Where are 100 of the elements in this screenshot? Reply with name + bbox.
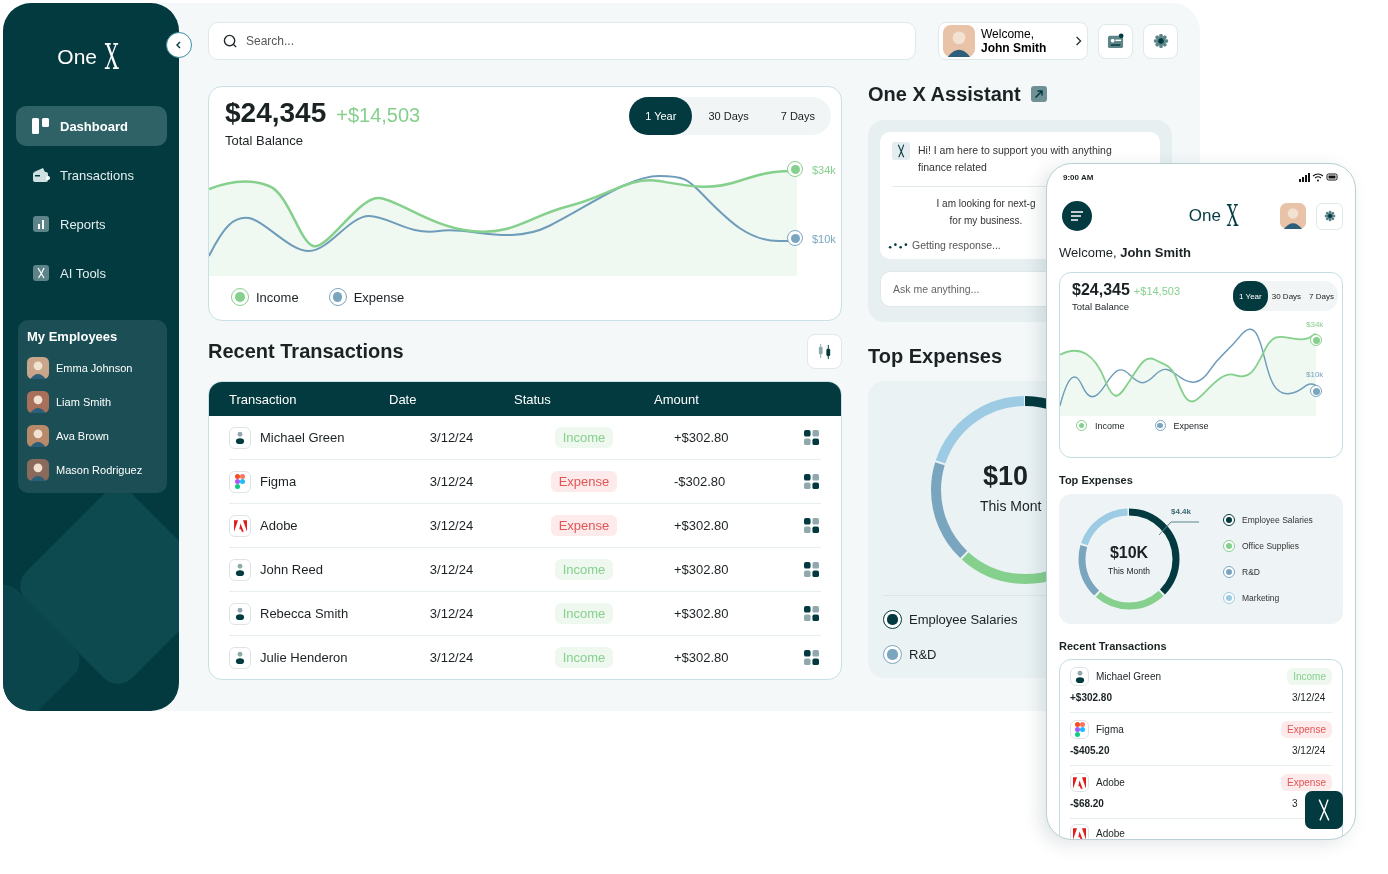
date-cell: 3/12/24	[429, 474, 474, 489]
range-tab[interactable]: 1 Year	[629, 97, 693, 135]
id-card-button[interactable]	[1098, 23, 1133, 59]
person-icon	[229, 646, 251, 669]
marker-label: $34k	[1306, 320, 1324, 329]
range-tab[interactable]: 30 Days	[1267, 281, 1306, 311]
logo-mark-icon	[892, 142, 910, 160]
range-tab[interactable]: 1 Year	[1233, 281, 1268, 311]
nav-item[interactable]: Reports	[16, 204, 167, 244]
legend-label: Expense	[353, 289, 405, 305]
search-icon	[223, 34, 238, 49]
section-title: Recent Transactions	[1059, 640, 1168, 652]
legend-label: Expense	[1173, 420, 1209, 431]
status-badge: Expense	[1281, 774, 1332, 791]
settings-button[interactable]	[1316, 202, 1343, 230]
status-icons-drawing	[1299, 172, 1339, 182]
status-badge: Income	[554, 427, 614, 448]
user-name: John Smith	[1120, 245, 1191, 260]
grid-icon[interactable]	[804, 430, 819, 445]
employee-name[interactable]: Emma Johnson	[56, 362, 133, 374]
avatar-icon	[943, 25, 975, 57]
transaction-name: John Reed	[260, 562, 323, 577]
menu-button[interactable]	[1062, 201, 1092, 231]
nav-item[interactable]: Transactions	[16, 155, 167, 195]
amount-cell: +$302.80	[674, 430, 729, 445]
date-cell: 3/12/24	[429, 650, 474, 665]
section-title: Recent Transactions	[208, 339, 404, 363]
user-name: John Smith	[981, 41, 1048, 56]
panel-title: My Employees	[27, 329, 119, 344]
logo-text: One	[57, 45, 98, 69]
transaction-name: Rebecca Smith	[260, 606, 349, 621]
marker-label: $10k	[1306, 370, 1324, 379]
arrow-up-right-icon[interactable]	[1030, 86, 1047, 102]
grid-icon[interactable]	[804, 518, 819, 533]
transaction-name: Julie Henderon	[260, 650, 348, 665]
logo-mark-icon	[1316, 797, 1332, 823]
column-header: Date	[389, 391, 418, 407]
legend-label: Employee Salaries	[1242, 515, 1313, 525]
date-cell: 3/12/24	[429, 562, 474, 577]
chevron-right-icon	[1075, 35, 1083, 47]
date-cell: 3/12/24	[429, 606, 474, 621]
dashboard-icon	[32, 117, 50, 135]
person-icon	[229, 602, 251, 625]
filter-button[interactable]	[807, 333, 842, 369]
employee-name[interactable]: Liam Smith	[56, 396, 112, 408]
range-tab[interactable]: 7 Days	[764, 97, 831, 135]
donut-total: $10	[983, 461, 1029, 492]
nav-item[interactable]: AI Tools	[16, 253, 167, 293]
status-badge: Expense	[550, 515, 618, 536]
balance-amount: $24,345	[225, 97, 327, 129]
grid-icon[interactable]	[804, 606, 819, 621]
section-title: Top Expenses	[1059, 474, 1134, 486]
amount-cell: +$302.80	[674, 650, 729, 665]
donut-caption: This Month	[1106, 566, 1151, 576]
balance-change: +$14,503	[336, 104, 421, 127]
marker-label: $34k	[812, 164, 836, 176]
message-field[interactable]: Ask me anything...	[880, 271, 1046, 307]
person-icon	[229, 426, 251, 449]
employee-name[interactable]: Mason Rodriguez	[56, 464, 143, 476]
sliders-icon	[816, 342, 833, 360]
status-time: 9:00 AM	[1063, 172, 1094, 182]
donut-caption: This Mont	[980, 498, 1042, 514]
adobe-icon	[229, 514, 251, 537]
person-icon	[229, 558, 251, 581]
transaction-name: Figma	[1096, 724, 1124, 735]
callout-label: $4.4k	[1171, 507, 1192, 516]
grid-icon[interactable]	[804, 562, 819, 577]
figma-icon	[1070, 720, 1089, 739]
marker-label: $10k	[812, 233, 836, 245]
amount-text: +$302.80	[1070, 692, 1112, 703]
amount-text: -$405.20	[1070, 745, 1110, 756]
status-badge: Income	[554, 647, 614, 668]
transaction-name: Adobe	[1096, 828, 1125, 839]
logo-mark: X	[104, 39, 119, 75]
grid-icon[interactable]	[804, 474, 819, 489]
figma-icon	[229, 470, 251, 493]
status-badge: Income	[554, 559, 614, 580]
status-badge: Expense	[550, 471, 618, 492]
balance-amount: $24,345	[1072, 281, 1130, 299]
balance-label: Total Balance	[1072, 301, 1131, 312]
grid-icon[interactable]	[804, 650, 819, 665]
section-title: Top Expenses	[868, 345, 1004, 368]
legend-label: Marketing	[1242, 593, 1280, 603]
range-tab[interactable]: 30 Days	[692, 97, 765, 135]
greeting-text: Welcome,	[1059, 245, 1117, 260]
search-field[interactable]: Search...	[208, 22, 916, 60]
amount-text: -$68.20	[1070, 798, 1104, 809]
nav-item[interactable]: Dashboard	[16, 106, 167, 146]
employee-name[interactable]: Ava Brown	[56, 430, 109, 442]
adobe-icon	[1070, 773, 1089, 792]
id-card-icon	[1107, 32, 1124, 50]
date-text: 3/12/24	[1292, 745, 1327, 756]
user-menu-button[interactable]: Welcome, John Smith	[938, 22, 1088, 60]
settings-button[interactable]	[1143, 23, 1178, 59]
date-cell: 3/12/24	[429, 518, 474, 533]
status-text: Getting response...	[912, 239, 1001, 251]
assistant-button[interactable]	[1305, 791, 1343, 829]
range-tab[interactable]: 7 Days	[1305, 281, 1338, 311]
status-badge: Income	[1287, 668, 1332, 685]
legend-label: Income	[1095, 420, 1125, 431]
